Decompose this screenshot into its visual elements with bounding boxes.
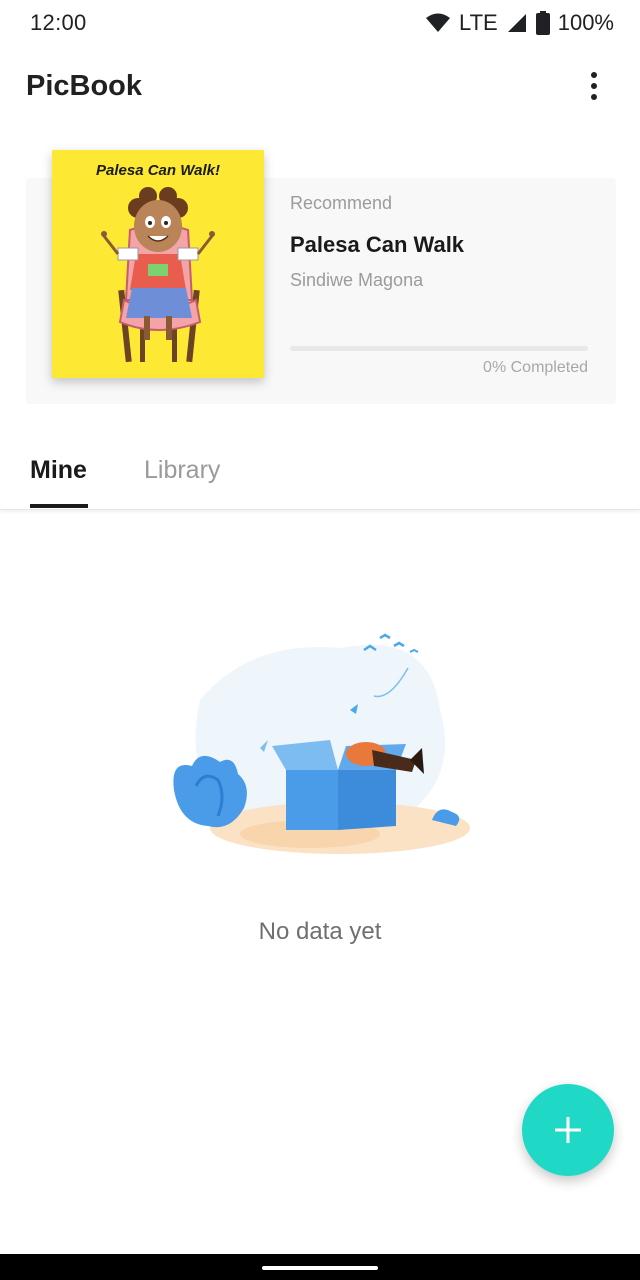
progress-text: 0% Completed [483, 359, 588, 376]
empty-state-text: No data yet [258, 918, 382, 945]
more-options-button[interactable] [576, 68, 612, 104]
plus-icon [555, 1117, 581, 1143]
tab-library[interactable]: Library [144, 456, 220, 485]
empty-box-illustration [173, 633, 470, 854]
recommend-book-title[interactable]: Palesa Can Walk [290, 232, 464, 258]
status-bar: 12:00 LTE 100% [0, 0, 640, 48]
battery-icon [535, 11, 550, 35]
tab-bar: Mine Library [0, 440, 640, 510]
book-cover-title: Palesa Can Walk! [96, 162, 220, 179]
wifi-icon [426, 13, 450, 32]
recommend-book-author: Sindiwe Magona [290, 270, 424, 290]
network-type: LTE [459, 10, 498, 35]
tab-mine[interactable]: Mine [30, 456, 87, 485]
app-title: PicBook [26, 70, 143, 102]
reading-progress-bar [290, 346, 588, 351]
more-vert-icon [591, 72, 597, 78]
battery-percent: 100% [557, 10, 614, 35]
book-cover[interactable]: Palesa Can Walk! [52, 150, 264, 378]
status-icons: LTE 100% [425, 9, 614, 37]
recommend-label: Recommend [290, 193, 393, 213]
tab-active-indicator [30, 504, 88, 508]
book-cover-illustration [101, 187, 215, 363]
add-book-fab[interactable] [522, 1084, 614, 1176]
cellular-signal-icon [507, 14, 526, 32]
status-time: 12:00 [30, 10, 87, 35]
home-indicator[interactable] [262, 1266, 378, 1270]
system-navigation-bar [0, 1254, 640, 1280]
app-bar: PicBook [0, 56, 640, 120]
